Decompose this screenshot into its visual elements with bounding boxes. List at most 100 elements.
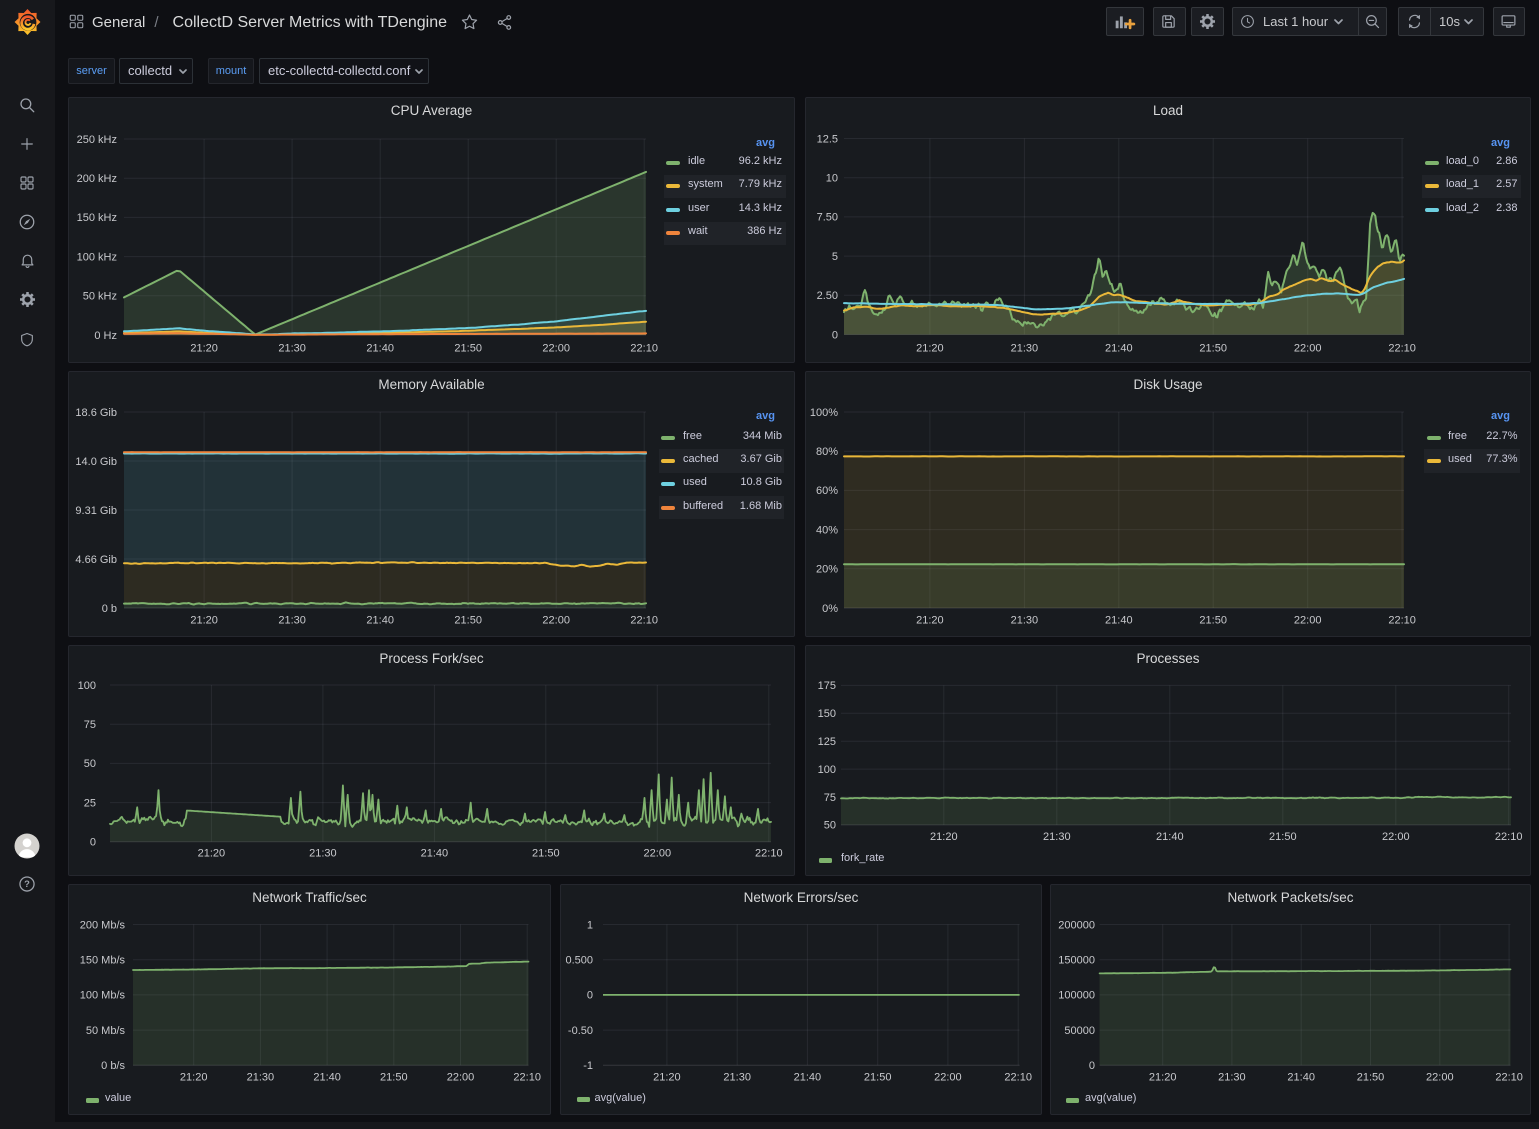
svg-text:21:40: 21:40 (421, 848, 449, 860)
svg-text:22:00: 22:00 (542, 615, 570, 627)
svg-text:21:20: 21:20 (190, 343, 218, 355)
svg-text:75: 75 (84, 719, 96, 731)
svg-text:125: 125 (818, 736, 836, 748)
svg-text:22:00: 22:00 (447, 1072, 475, 1084)
svg-text:18.6 Gib: 18.6 Gib (75, 407, 117, 419)
svg-text:21:40: 21:40 (1287, 1072, 1315, 1084)
svg-text:22:00: 22:00 (934, 1072, 962, 1084)
svg-text:22:00: 22:00 (542, 343, 570, 355)
svg-text:22:10: 22:10 (630, 615, 658, 627)
svg-text:0: 0 (587, 990, 593, 1002)
svg-text:21:40: 21:40 (313, 1072, 341, 1084)
svg-text:21:40: 21:40 (366, 343, 394, 355)
svg-text:22:00: 22:00 (1294, 343, 1322, 355)
svg-text:0 Hz: 0 Hz (94, 330, 117, 342)
svg-text:10: 10 (826, 173, 838, 185)
svg-text:21:50: 21:50 (1269, 831, 1297, 843)
svg-text:21:40: 21:40 (794, 1072, 822, 1084)
svg-text:50: 50 (84, 758, 96, 770)
svg-text:21:30: 21:30 (1218, 1072, 1246, 1084)
svg-text:22:00: 22:00 (1382, 831, 1410, 843)
svg-text:150000: 150000 (1058, 955, 1095, 967)
svg-text:21:20: 21:20 (180, 1072, 208, 1084)
svg-text:40%: 40% (816, 524, 838, 536)
svg-text:60%: 60% (816, 485, 838, 497)
svg-text:?: ? (24, 879, 30, 889)
svg-text:2.50: 2.50 (817, 290, 838, 302)
svg-text:5: 5 (832, 251, 838, 263)
svg-text:50: 50 (824, 820, 836, 832)
svg-text:150: 150 (818, 708, 836, 720)
svg-text:21:40: 21:40 (1156, 831, 1184, 843)
svg-text:0 b: 0 b (102, 603, 117, 615)
svg-text:21:20: 21:20 (1149, 1072, 1177, 1084)
svg-text:0: 0 (90, 837, 96, 849)
svg-text:21:20: 21:20 (190, 615, 218, 627)
svg-text:21:20: 21:20 (653, 1072, 681, 1084)
svg-text:100 kHz: 100 kHz (77, 251, 117, 263)
svg-text:21:50: 21:50 (380, 1072, 408, 1084)
svg-text:21:40: 21:40 (1105, 615, 1133, 627)
svg-text:25: 25 (84, 797, 96, 809)
svg-text:-0.50: -0.50 (568, 1025, 593, 1037)
svg-text:22:10: 22:10 (1495, 831, 1523, 843)
svg-text:100%: 100% (810, 407, 838, 419)
svg-text:175: 175 (818, 680, 836, 692)
svg-text:21:20: 21:20 (930, 831, 958, 843)
svg-text:21:30: 21:30 (1011, 615, 1039, 627)
svg-text:22:00: 22:00 (1294, 615, 1322, 627)
svg-text:21:30: 21:30 (309, 848, 337, 860)
svg-text:100: 100 (818, 764, 836, 776)
svg-text:21:40: 21:40 (366, 615, 394, 627)
svg-text:22:10: 22:10 (513, 1072, 541, 1084)
svg-text:0%: 0% (822, 603, 838, 615)
svg-text:150 Mb/s: 150 Mb/s (80, 955, 126, 967)
svg-text:0: 0 (1089, 1060, 1095, 1072)
svg-text:-1: -1 (583, 1060, 593, 1072)
svg-text:21:40: 21:40 (1105, 343, 1133, 355)
svg-text:21:30: 21:30 (1043, 831, 1071, 843)
svg-text:0 b/s: 0 b/s (101, 1060, 125, 1072)
svg-text:80%: 80% (816, 446, 838, 458)
svg-text:21:30: 21:30 (278, 343, 306, 355)
svg-text:100000: 100000 (1058, 990, 1095, 1002)
svg-text:50 Mb/s: 50 Mb/s (86, 1025, 126, 1037)
svg-text:20%: 20% (816, 564, 838, 576)
svg-text:22:00: 22:00 (644, 848, 672, 860)
svg-text:21:30: 21:30 (278, 615, 306, 627)
svg-text:21:20: 21:20 (198, 848, 226, 860)
svg-text:100 Mb/s: 100 Mb/s (80, 990, 126, 1002)
svg-text:22:10: 22:10 (630, 343, 658, 355)
svg-text:22:10: 22:10 (1495, 1072, 1523, 1084)
svg-text:21:30: 21:30 (247, 1072, 275, 1084)
svg-text:21:20: 21:20 (916, 343, 944, 355)
svg-text:7.50: 7.50 (817, 212, 838, 224)
svg-text:21:30: 21:30 (1011, 343, 1039, 355)
svg-text:14.0 Gib: 14.0 Gib (75, 456, 117, 468)
svg-text:22:10: 22:10 (755, 848, 783, 860)
svg-text:22:00: 22:00 (1426, 1072, 1454, 1084)
svg-text:50000: 50000 (1064, 1025, 1095, 1037)
svg-text:21:50: 21:50 (1199, 343, 1227, 355)
svg-text:200000: 200000 (1058, 919, 1095, 931)
svg-text:21:30: 21:30 (723, 1072, 751, 1084)
svg-text:50 kHz: 50 kHz (83, 291, 117, 303)
svg-text:21:20: 21:20 (916, 615, 944, 627)
svg-text:0: 0 (832, 329, 838, 341)
svg-text:22:10: 22:10 (1388, 615, 1416, 627)
svg-text:75: 75 (824, 792, 836, 804)
svg-text:200 Mb/s: 200 Mb/s (80, 919, 126, 931)
svg-text:250 kHz: 250 kHz (77, 134, 117, 146)
svg-text:22:10: 22:10 (1004, 1072, 1032, 1084)
svg-text:100: 100 (78, 680, 96, 692)
svg-text:21:50: 21:50 (454, 343, 482, 355)
svg-text:0.500: 0.500 (565, 955, 593, 967)
svg-text:200 kHz: 200 kHz (77, 173, 117, 185)
svg-text:21:50: 21:50 (864, 1072, 892, 1084)
svg-text:22:10: 22:10 (1388, 343, 1416, 355)
svg-text:150 kHz: 150 kHz (77, 212, 117, 224)
svg-text:12.5: 12.5 (817, 133, 838, 145)
svg-text:1: 1 (587, 919, 593, 931)
svg-text:21:50: 21:50 (1199, 615, 1227, 627)
svg-text:4.66 Gib: 4.66 Gib (75, 554, 117, 566)
